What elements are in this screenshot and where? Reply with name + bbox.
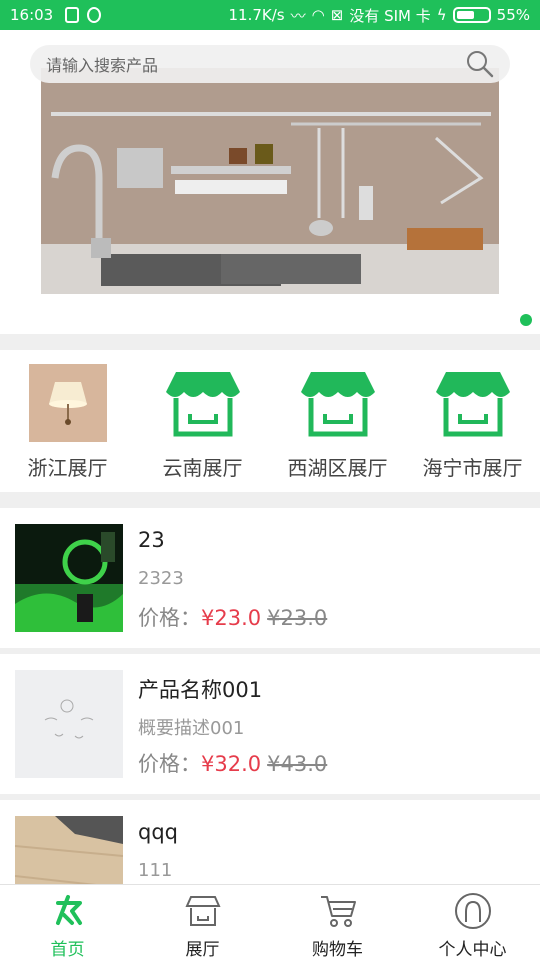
product-price: ¥32.0	[201, 752, 262, 776]
battery-fill	[456, 11, 474, 19]
hall-label: 海宁市展厅	[422, 456, 523, 480]
original-price: ¥43.0	[267, 752, 328, 776]
price-row: 价格：¥23.0 ¥23.0	[138, 602, 327, 632]
store-icon	[183, 891, 223, 931]
tab-label: 首页	[50, 940, 85, 960]
search-input[interactable]: 请输入搜索产品	[46, 52, 466, 76]
wall-lamp-photo	[28, 364, 107, 442]
banner: 请输入搜索产品	[0, 30, 540, 334]
bottom-tab-bar: 首页 展厅 购物车 个人中心	[0, 884, 540, 960]
hall-label: 西湖区展厅	[287, 456, 388, 480]
android-icon	[87, 7, 102, 23]
tab-label: 购物车	[312, 940, 363, 960]
product-desc: 111	[138, 860, 173, 881]
hall-label: 浙江展厅	[27, 456, 108, 480]
hall-grid: 浙江展厅 云南展厅 西湖区展厅 海宁市展厅	[0, 350, 540, 492]
tab-label: 展厅	[185, 940, 220, 960]
product-name: 23	[138, 528, 165, 552]
jade-pendant-photo	[15, 524, 123, 632]
store-icon	[299, 364, 377, 442]
status-time: 16:03	[10, 6, 54, 24]
product-item[interactable]: 23 2323 价格：¥23.0 ¥23.0	[0, 508, 540, 648]
wifi-icon: ◠	[311, 6, 325, 24]
tab-cart[interactable]: 购物车	[270, 885, 405, 960]
price-row: 价格：¥32.0 ¥43.0	[138, 748, 327, 778]
product-item[interactable]: 产品名称001 概要描述001 价格：¥32.0 ¥43.0	[0, 654, 540, 794]
banner-pagination	[520, 314, 532, 326]
hall-label: 云南展厅	[162, 456, 243, 480]
original-price: ¥23.0	[267, 606, 328, 630]
cart-icon	[318, 891, 358, 931]
search-bar[interactable]: 请输入搜索产品	[30, 45, 510, 83]
sketch-photo	[15, 670, 123, 778]
banner-dot-active[interactable]	[520, 314, 532, 326]
sim-icon	[65, 7, 80, 23]
vibrate-icon: 〰	[290, 6, 306, 25]
banner-image[interactable]	[41, 68, 499, 294]
tab-halls[interactable]: 展厅	[135, 885, 270, 960]
hall-item-yunnan[interactable]: 云南展厅	[135, 350, 270, 492]
product-name: 产品名称001	[138, 678, 263, 702]
price-label: 价格：	[138, 606, 201, 630]
product-name: qqq	[138, 820, 178, 844]
price-label: 价格：	[138, 752, 201, 776]
charging-icon: ϟ	[436, 6, 447, 24]
hall-item-zhejiang[interactable]: 浙江展厅	[0, 350, 135, 492]
no-sim-icon: ⊠	[330, 6, 344, 24]
tab-profile[interactable]: 个人中心	[405, 885, 540, 960]
hall-item-xihu[interactable]: 西湖区展厅	[270, 350, 405, 492]
battery-icon	[452, 7, 491, 23]
product-desc: 概要描述001	[138, 718, 245, 739]
store-icon	[434, 364, 512, 442]
status-bar: 16:03 11.7K/s 〰 ◠ ⊠ 没有 SIM 卡 ϟ 55%	[0, 0, 540, 30]
home-logo-icon	[48, 891, 88, 931]
product-desc: 2323	[138, 568, 184, 589]
signal-text: 没有 SIM 卡	[349, 6, 431, 25]
search-icon[interactable]	[466, 50, 494, 78]
tab-label: 个人中心	[438, 940, 507, 960]
product-price: ¥23.0	[201, 606, 262, 630]
battery-percent: 55%	[496, 6, 530, 24]
product-list: 23 2323 价格：¥23.0 ¥23.0 产品名称001 概要描述001 价格…	[0, 508, 540, 944]
hall-item-haining[interactable]: 海宁市展厅	[405, 350, 540, 492]
network-speed: 11.7K/s	[228, 6, 285, 24]
user-icon	[453, 891, 493, 931]
store-icon	[164, 364, 242, 442]
tab-home[interactable]: 首页	[0, 885, 135, 960]
